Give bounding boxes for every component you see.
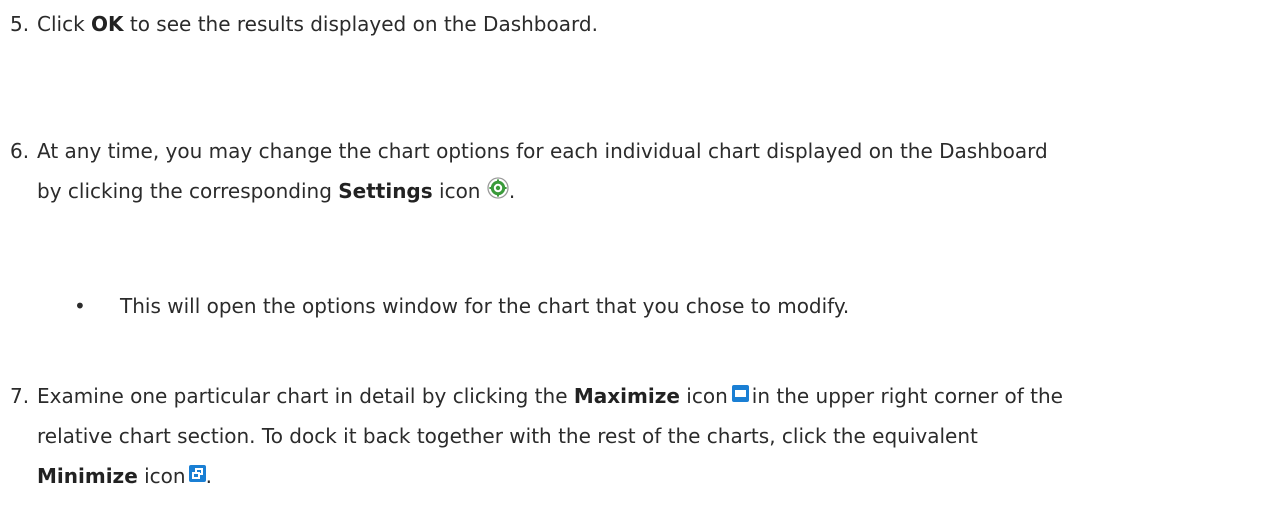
step-5: 5. Click OK to see the results displayed… <box>10 4 1260 44</box>
minimize-icon <box>188 465 206 482</box>
ok-label: OK <box>91 12 124 36</box>
settings-label: Settings <box>338 179 433 203</box>
step-7: 7. Examine one particular chart in detai… <box>10 376 1260 496</box>
step-text: Examine one particular chart in detail b… <box>37 384 1063 488</box>
step-6: 6. At any time, you may change the chart… <box>10 131 1260 211</box>
step-text: Click OK to see the results displayed on… <box>37 12 598 36</box>
step-number: 6. <box>10 139 30 163</box>
minimize-label: Minimize <box>37 464 138 488</box>
bullet-dot: • <box>74 294 86 318</box>
maximize-icon <box>731 385 749 402</box>
maximize-label: Maximize <box>573 384 680 408</box>
bullet-item: • This will open the options window for … <box>74 286 1224 326</box>
step-number: 7. <box>10 384 30 408</box>
step-text: At any time, you may change the chart op… <box>37 139 1048 203</box>
bullet-text: This will open the options window for th… <box>120 294 850 318</box>
step-number: 5. <box>10 12 30 36</box>
settings-gear-icon <box>487 172 509 199</box>
